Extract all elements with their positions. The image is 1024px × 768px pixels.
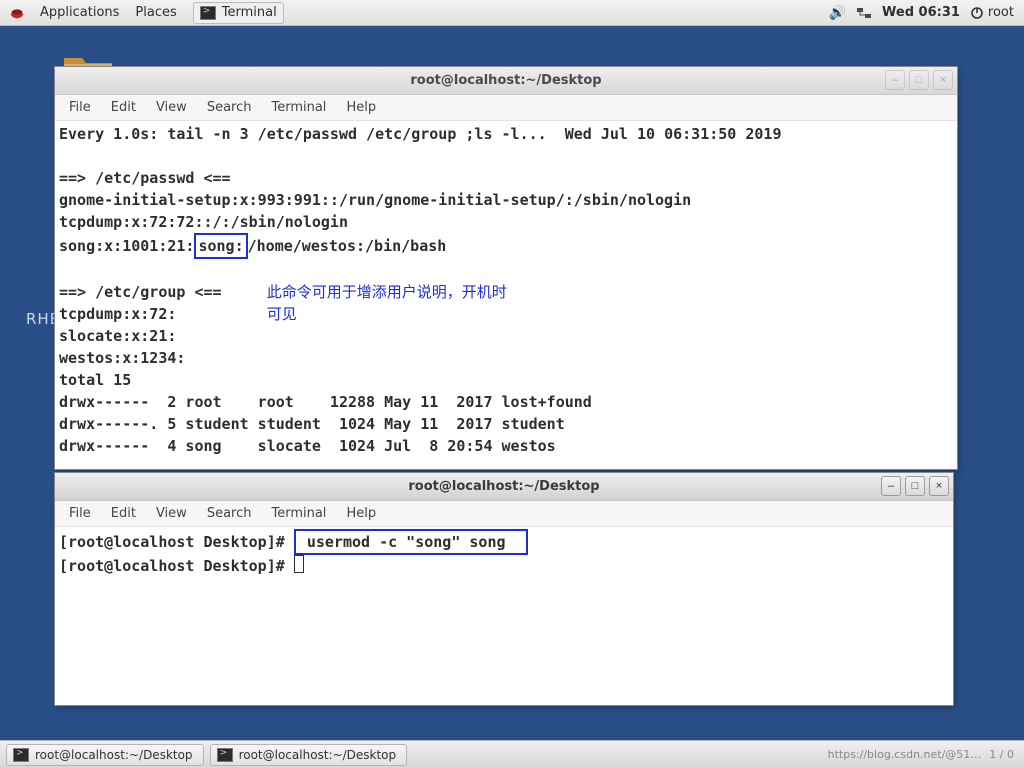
terminal-output[interactable]: Every 1.0s: tail -n 3 /etc/passwd /etc/g… xyxy=(55,121,957,469)
redhat-logo-icon xyxy=(8,4,26,22)
menu-view[interactable]: View xyxy=(146,97,197,118)
menu-help[interactable]: Help xyxy=(336,97,386,118)
annotation: 可见 xyxy=(267,305,297,323)
top-panel: Applications Places Terminal 🔊 Wed 06:31… xyxy=(0,0,1024,26)
menu-help[interactable]: Help xyxy=(336,503,386,524)
applications-menu[interactable]: Applications xyxy=(32,0,127,25)
menu-edit[interactable]: Edit xyxy=(101,503,146,524)
power-icon xyxy=(970,6,984,20)
network-icon[interactable] xyxy=(856,6,872,20)
menubar: File Edit View Search Terminal Help xyxy=(55,501,953,527)
menu-edit[interactable]: Edit xyxy=(101,97,146,118)
minimize-button[interactable]: – xyxy=(881,476,901,496)
workspace-pager[interactable]: 1 / 0 xyxy=(989,748,1024,761)
terminal-window-watch[interactable]: root@localhost:~/Desktop – □ × File Edit… xyxy=(54,66,958,470)
window-title: root@localhost:~/Desktop xyxy=(410,73,601,88)
close-button[interactable]: × xyxy=(929,476,949,496)
menu-file[interactable]: File xyxy=(59,97,101,118)
highlight-gecos: song: xyxy=(194,233,247,259)
clock[interactable]: Wed 06:31 xyxy=(882,5,960,20)
watermark: https://blog.csdn.net/@51… xyxy=(828,748,990,761)
shell-prompt: [root@localhost Desktop]# xyxy=(59,533,285,551)
menu-terminal[interactable]: Terminal xyxy=(261,97,336,118)
menu-terminal[interactable]: Terminal xyxy=(261,503,336,524)
terminal-launcher[interactable]: Terminal xyxy=(193,2,284,24)
system-tray: 🔊 Wed 06:31 root xyxy=(829,5,1024,21)
minimize-button[interactable]: – xyxy=(885,70,905,90)
maximize-button[interactable]: □ xyxy=(905,476,925,496)
menu-file[interactable]: File xyxy=(59,503,101,524)
taskbar-entry[interactable]: root@localhost:~/Desktop xyxy=(6,744,204,766)
menu-search[interactable]: Search xyxy=(197,97,262,118)
terminal-icon xyxy=(13,748,29,762)
taskbar-entry[interactable]: root@localhost:~/Desktop xyxy=(210,744,408,766)
annotation: 此命令可用于增添用户说明，开机时 xyxy=(267,283,507,301)
menubar: File Edit View Search Terminal Help xyxy=(55,95,957,121)
shell-prompt: [root@localhost Desktop]# xyxy=(59,557,285,575)
titlebar[interactable]: root@localhost:~/Desktop – □ × xyxy=(55,473,953,501)
bottom-taskbar: root@localhost:~/Desktop root@localhost:… xyxy=(0,740,1024,768)
text-cursor xyxy=(294,555,304,573)
terminal-output[interactable]: [root@localhost Desktop]# usermod -c "so… xyxy=(55,527,953,705)
user-menu[interactable]: root xyxy=(970,5,1014,20)
menu-search[interactable]: Search xyxy=(197,503,262,524)
maximize-button[interactable]: □ xyxy=(909,70,929,90)
titlebar[interactable]: root@localhost:~/Desktop – □ × xyxy=(55,67,957,95)
places-menu[interactable]: Places xyxy=(127,0,184,25)
terminal-window-shell[interactable]: root@localhost:~/Desktop – □ × File Edit… xyxy=(54,472,954,706)
terminal-icon xyxy=(200,6,216,20)
close-button[interactable]: × xyxy=(933,70,953,90)
window-title: root@localhost:~/Desktop xyxy=(408,479,599,494)
highlight-command: usermod -c "song" song xyxy=(294,529,528,555)
volume-icon[interactable]: 🔊 xyxy=(829,5,846,21)
menu-view[interactable]: View xyxy=(146,503,197,524)
terminal-icon xyxy=(217,748,233,762)
